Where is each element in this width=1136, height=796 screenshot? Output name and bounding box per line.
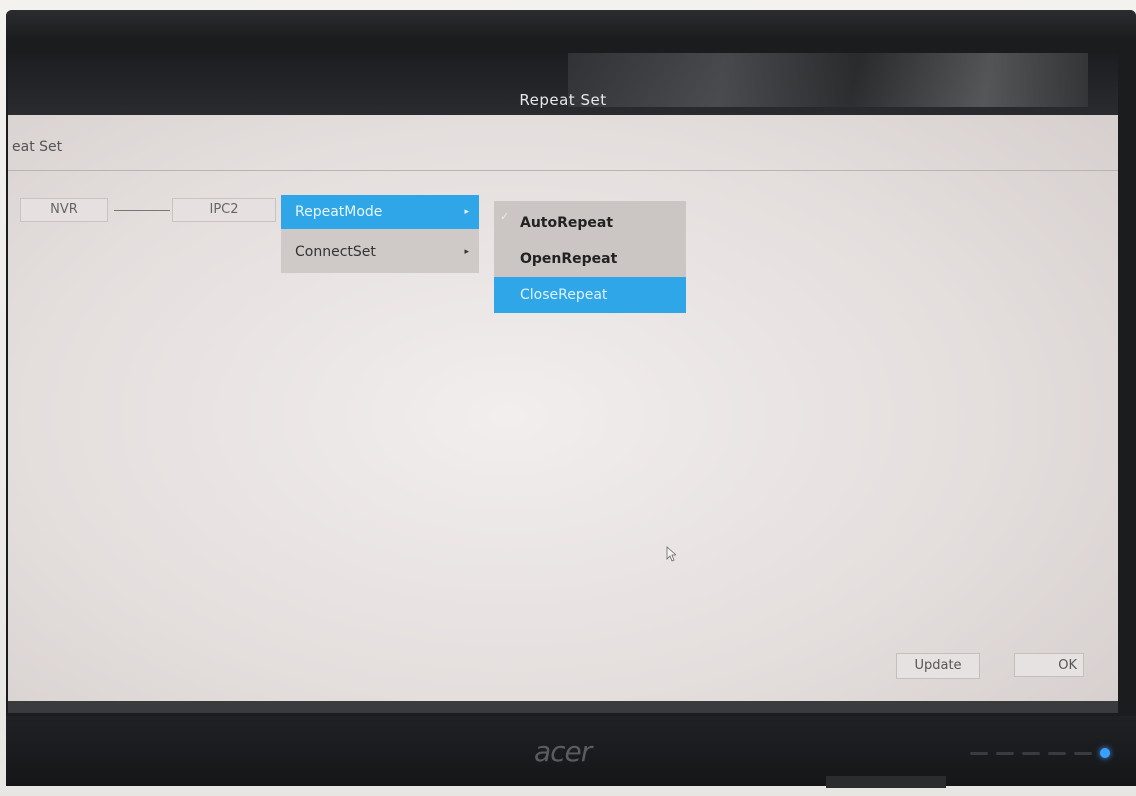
submenu-item-label: OpenRepeat (520, 251, 618, 267)
menu-item-label: ConnectSet (295, 244, 376, 260)
submenu-item-open-repeat[interactable]: OpenRepeat (494, 241, 686, 277)
repeat-mode-submenu: ✓ AutoRepeat OpenRepeat CloseRepeat (494, 201, 686, 313)
submenu-item-label: CloseRepeat (520, 287, 608, 303)
breadcrumb: eat Set (8, 115, 1118, 171)
monitor-button-icon (1048, 751, 1066, 755)
menu-item-repeat-mode[interactable]: RepeatMode ▸ (281, 195, 479, 229)
window-title: Repeat Set (519, 91, 607, 109)
monitor-top-bezel (6, 10, 1136, 40)
monitor-button-icon (996, 751, 1014, 755)
monitor-button-icon (1022, 751, 1040, 755)
ok-button[interactable]: OK (1014, 653, 1084, 677)
monitor-buttons (970, 748, 1110, 758)
breadcrumb-label: eat Set (12, 139, 63, 155)
update-button[interactable]: Update (896, 653, 980, 679)
submenu-item-close-repeat[interactable]: CloseRepeat (494, 277, 686, 313)
chevron-right-icon: ▸ (464, 207, 469, 217)
monitor: Repeat Set eat Set NVR IPC2 RepeatMode ▸… (6, 10, 1136, 788)
topology-link (114, 210, 170, 211)
context-menu: RepeatMode ▸ ConnectSet ▸ (281, 195, 479, 273)
power-led-icon (1100, 748, 1110, 758)
submenu-item-auto-repeat[interactable]: ✓ AutoRepeat (494, 205, 686, 241)
topology-node-ipc2[interactable]: IPC2 (172, 198, 276, 222)
title-bar: Repeat Set (8, 53, 1118, 115)
monitor-button-icon (970, 751, 988, 755)
screen: Repeat Set eat Set NVR IPC2 RepeatMode ▸… (8, 53, 1118, 713)
checkmark-icon: ✓ (500, 210, 510, 223)
monitor-button-icon (1074, 751, 1092, 755)
mouse-cursor-icon (666, 546, 676, 562)
monitor-stand (826, 776, 946, 788)
menu-item-label: RepeatMode (295, 204, 383, 220)
submenu-item-label: AutoRepeat (520, 215, 614, 231)
screen-footer (8, 701, 1118, 713)
menu-item-connect-set[interactable]: ConnectSet ▸ (281, 235, 479, 269)
chevron-right-icon: ▸ (464, 247, 469, 257)
monitor-bottom-bezel: acer (6, 716, 1136, 786)
topology-node-nvr[interactable]: NVR (20, 198, 108, 222)
monitor-brand-logo: acer (534, 735, 592, 768)
